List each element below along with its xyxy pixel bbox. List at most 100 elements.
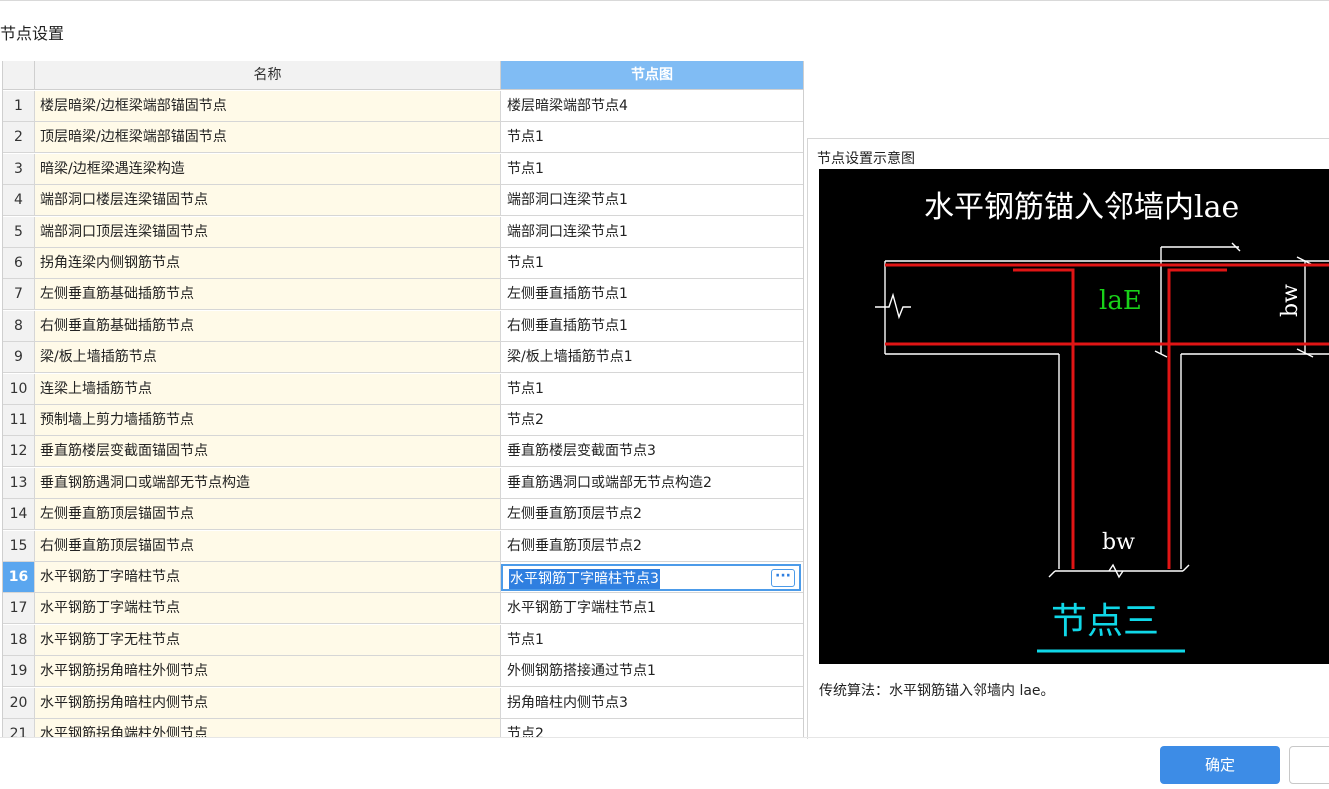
- grid-header: 名称 节点图: [3, 61, 803, 91]
- row-name-cell: 连梁上墙插筋节点: [35, 373, 501, 405]
- column-header-name[interactable]: 名称: [35, 61, 501, 90]
- row-number[interactable]: 8: [3, 310, 35, 342]
- diagram-title: 水平钢筋锚入邻墙内lae: [924, 190, 1239, 225]
- row-number[interactable]: 19: [3, 656, 35, 688]
- row-name-cell: 预制墙上剪力墙插筋节点: [35, 405, 501, 436]
- row-node-cell[interactable]: 节点1: [501, 373, 803, 405]
- table-row[interactable]: 3 暗梁/边框梁遇连梁构造 节点1: [3, 153, 803, 185]
- preview-caption: 传统算法：水平钢筋锚入邻墙内 lae。: [819, 683, 1055, 699]
- row-name-cell: 水平钢筋拐角暗柱内侧节点: [35, 687, 501, 719]
- row-name-cell: 垂直钢筋遇洞口或端部无节点构造: [35, 467, 501, 499]
- row-name-cell: 水平钢筋丁字无柱节点: [35, 624, 501, 656]
- footer-divider: [0, 737, 1329, 738]
- row-node-cell[interactable]: 端部洞口连梁节点1: [501, 216, 803, 248]
- row-number[interactable]: 10: [3, 373, 35, 405]
- row-number[interactable]: 17: [3, 593, 35, 625]
- row-number[interactable]: 5: [3, 216, 35, 248]
- row-name-cell: 顶层暗梁/边框梁端部锚固节点: [35, 122, 501, 154]
- row-name-cell: 端部洞口楼层连梁锚固节点: [35, 185, 501, 217]
- row-name-cell: 左侧垂直筋基础插筋节点: [35, 279, 501, 311]
- table-row[interactable]: 17 水平钢筋丁字端柱节点 水平钢筋丁字端柱节点1: [3, 593, 803, 625]
- table-row[interactable]: 10 连梁上墙插筋节点 节点1: [3, 373, 803, 405]
- row-node-cell[interactable]: 节点2: [501, 405, 803, 436]
- table-row[interactable]: 20 水平钢筋拐角暗柱内侧节点 拐角暗柱内侧节点3: [3, 687, 803, 719]
- table-row[interactable]: 1 楼层暗梁/边框梁端部锚固节点 楼层暗梁端部节点4: [3, 91, 803, 122]
- lae-label: laE: [1099, 286, 1142, 316]
- row-node-cell[interactable]: 垂直筋楼层变截面节点3: [501, 436, 803, 468]
- row-name-cell: 楼层暗梁/边框梁端部锚固节点: [35, 91, 501, 122]
- row-node-cell[interactable]: 左侧垂直插筋节点1: [501, 279, 803, 311]
- row-number[interactable]: 2: [3, 122, 35, 154]
- preview-label: 节点设置示意图: [817, 151, 915, 167]
- row-number[interactable]: 15: [3, 530, 35, 562]
- row-number[interactable]: 20: [3, 687, 35, 719]
- row-name-cell: 水平钢筋丁字端柱节点: [35, 593, 501, 625]
- row-name-cell: 垂直筋楼层变截面锚固节点: [35, 436, 501, 468]
- row-node-cell[interactable]: 右侧垂直筋顶层节点2: [501, 530, 803, 562]
- row-number[interactable]: 12: [3, 436, 35, 468]
- row-name-cell: 水平钢筋拐角端柱外侧节点: [35, 719, 501, 737]
- table-row[interactable]: 12 垂直筋楼层变截面锚固节点 垂直筋楼层变截面节点3: [3, 436, 803, 468]
- row-number[interactable]: 9: [3, 342, 35, 374]
- table-row[interactable]: 21 水平钢筋拐角端柱外侧节点 节点2: [3, 719, 803, 737]
- table-row[interactable]: 8 右侧垂直筋基础插筋节点 右侧垂直插筋节点1: [3, 310, 803, 342]
- row-node-cell[interactable]: 节点1: [501, 122, 803, 154]
- row-node-cell[interactable]: 垂直筋遇洞口或端部无节点构造2: [501, 467, 803, 499]
- row-node-cell[interactable]: 左侧垂直筋顶层节点2: [501, 499, 803, 531]
- dialog-title: 节点设置: [0, 24, 65, 43]
- node-edit-value[interactable]: 水平钢筋丁字暗柱节点3: [509, 569, 660, 589]
- row-number[interactable]: 3: [3, 153, 35, 185]
- row-number[interactable]: 4: [3, 185, 35, 217]
- table-row[interactable]: 9 梁/板上墙插筋节点 梁/板上墙插筋节点1: [3, 342, 803, 374]
- row-node-cell[interactable]: 节点1: [501, 624, 803, 656]
- bw-side-label: bw: [1278, 284, 1303, 317]
- row-number[interactable]: 11: [3, 405, 35, 436]
- table-row[interactable]: 7 左侧垂直筋基础插筋节点 左侧垂直插筋节点1: [3, 279, 803, 311]
- row-number[interactable]: 16: [3, 562, 35, 593]
- row-number[interactable]: 13: [3, 467, 35, 499]
- table-row[interactable]: 6 拐角连梁内侧钢筋节点 节点1: [3, 248, 803, 279]
- row-node-cell[interactable]: 梁/板上墙插筋节点1: [501, 342, 803, 374]
- row-node-cell[interactable]: 右侧垂直插筋节点1: [501, 310, 803, 342]
- row-name-cell: 拐角连梁内侧钢筋节点: [35, 248, 501, 279]
- ellipsis-icon[interactable]: ···: [771, 569, 795, 587]
- row-number[interactable]: 18: [3, 624, 35, 656]
- row-number[interactable]: 7: [3, 279, 35, 311]
- table-row[interactable]: 14 左侧垂直筋顶层锚固节点 左侧垂直筋顶层节点2: [3, 499, 803, 531]
- row-name-cell: 暗梁/边框梁遇连梁构造: [35, 153, 501, 185]
- row-node-cell[interactable]: 节点1: [501, 153, 803, 185]
- table-row[interactable]: 19 水平钢筋拐角暗柱外侧节点 外侧钢筋搭接通过节点1: [3, 656, 803, 688]
- ok-button[interactable]: 确定: [1160, 746, 1280, 784]
- node-settings-grid[interactable]: 名称 节点图 1 楼层暗梁/边框梁端部锚固节点 楼层暗梁端部节点4 2 顶层暗梁/边框梁…: [2, 61, 804, 737]
- row-node-cell[interactable]: 外侧钢筋搭接通过节点1: [501, 656, 803, 688]
- column-header-node[interactable]: 节点图: [501, 61, 803, 90]
- table-row[interactable]: 4 端部洞口楼层连梁锚固节点 端部洞口连梁节点1: [3, 185, 803, 217]
- row-name-cell: 梁/板上墙插筋节点: [35, 342, 501, 374]
- table-row[interactable]: 2 顶层暗梁/边框梁端部锚固节点 节点1: [3, 122, 803, 154]
- row-name-cell: 水平钢筋拐角暗柱外侧节点: [35, 656, 501, 688]
- row-number[interactable]: 6: [3, 248, 35, 279]
- row-name-cell: 端部洞口顶层连梁锚固节点: [35, 216, 501, 248]
- table-row[interactable]: 11 预制墙上剪力墙插筋节点 节点2: [3, 405, 803, 436]
- row-name-cell: 右侧垂直筋顶层锚固节点: [35, 530, 501, 562]
- row-node-cell[interactable]: 楼层暗梁端部节点4: [501, 91, 803, 122]
- row-number[interactable]: 21: [3, 719, 35, 737]
- table-row[interactable]: 18 水平钢筋丁字无柱节点 节点1: [3, 624, 803, 656]
- table-row[interactable]: 13 垂直钢筋遇洞口或端部无节点构造 垂直筋遇洞口或端部无节点构造2: [3, 467, 803, 499]
- table-row[interactable]: 15 右侧垂直筋顶层锚固节点 右侧垂直筋顶层节点2: [3, 530, 803, 562]
- cancel-button[interactable]: [1289, 746, 1329, 784]
- row-number-header: [3, 61, 35, 90]
- row-name-cell: 右侧垂直筋基础插筋节点: [35, 310, 501, 342]
- row-node-cell[interactable]: 节点1: [501, 248, 803, 279]
- row-node-cell[interactable]: 水平钢筋丁字端柱节点1: [501, 593, 803, 625]
- node-edit-input[interactable]: 水平钢筋丁字暗柱节点3 ···: [501, 564, 801, 591]
- row-node-cell[interactable]: 节点2: [501, 719, 803, 737]
- row-node-cell[interactable]: 端部洞口连梁节点1: [501, 185, 803, 217]
- row-number[interactable]: 14: [3, 499, 35, 531]
- table-row[interactable]: 16 水平钢筋丁字暗柱节点 水平钢筋丁字暗柱节点3 ···: [3, 562, 803, 593]
- row-number[interactable]: 1: [3, 91, 35, 122]
- top-divider: [0, 0, 1329, 1]
- node-name-label: 节点三: [1051, 601, 1159, 642]
- table-row[interactable]: 5 端部洞口顶层连梁锚固节点 端部洞口连梁节点1: [3, 216, 803, 248]
- row-node-cell[interactable]: 拐角暗柱内侧节点3: [501, 687, 803, 719]
